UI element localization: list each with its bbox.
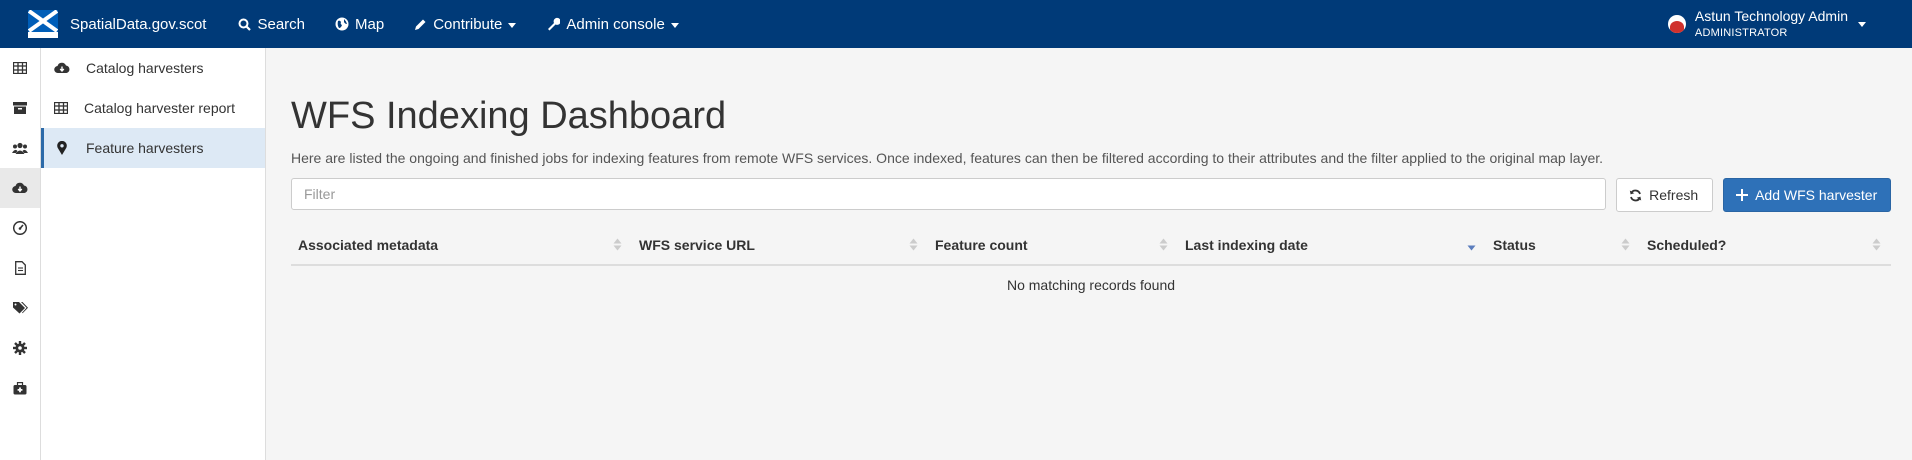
sort-descending-icon [1467, 245, 1476, 251]
cloud-download-icon [12, 182, 28, 194]
refresh-button[interactable]: Refresh [1616, 178, 1714, 212]
main-content: WFS Indexing Dashboard Here are listed t… [291, 48, 1891, 304]
tags-icon [12, 301, 28, 313]
refresh-button-label: Refresh [1649, 187, 1699, 203]
table-icon [54, 102, 68, 114]
column-header-last-indexing-date[interactable]: Last indexing date [1178, 226, 1486, 266]
chevron-down-icon [670, 22, 679, 28]
plus-icon [1736, 189, 1749, 201]
subnav-item-feature-harvesters[interactable]: Feature harvesters [41, 128, 265, 168]
rail-item-harvesting[interactable] [0, 168, 40, 208]
rail-item-dashboard[interactable] [0, 208, 40, 248]
nav-search-label: Search [257, 15, 305, 33]
nav-search[interactable]: Search [238, 0, 305, 48]
subnav-item-label: Catalog harvesters [86, 60, 204, 76]
harvesters-table: Associated metadata WFS service URL Feat… [291, 226, 1891, 304]
user-role: ADMINISTRATOR [1694, 27, 1788, 40]
sort-both-icon [1872, 238, 1881, 251]
page-title: WFS Indexing Dashboard [291, 95, 727, 137]
avatar [1667, 15, 1686, 33]
gear-icon [13, 341, 27, 355]
nav-map-label: Map [355, 15, 385, 33]
user-menu[interactable]: Astun Technology Admin ADMINISTRATOR [1667, 0, 1866, 48]
users-icon [12, 142, 28, 154]
admin-icon-rail [0, 48, 41, 460]
wrench-icon [548, 17, 561, 31]
chevron-down-icon [1858, 21, 1866, 27]
rail-item-tools[interactable] [0, 368, 40, 408]
rail-item-settings[interactable] [0, 328, 40, 368]
column-header-scheduled[interactable]: Scheduled? [1640, 226, 1891, 266]
add-wfs-harvester-button[interactable]: Add WFS harvester [1723, 178, 1891, 212]
nav-contribute-label: Contribute [433, 15, 503, 33]
brand-link[interactable]: SpatialData.gov.scot [0, 0, 206, 48]
top-navbar: SpatialData.gov.scot Search Map Contribu… [0, 0, 1912, 48]
no-records-message: No matching records found [1006, 277, 1176, 293]
subnav-item-catalog-harvesters[interactable]: Catalog harvesters [41, 48, 265, 88]
search-icon [238, 18, 252, 31]
user-name: Astun Technology Admin [1694, 8, 1848, 25]
sort-both-icon [909, 238, 918, 251]
saltire-logo [28, 10, 58, 38]
globe-icon [335, 17, 349, 31]
nav-contribute[interactable]: Contribute [414, 0, 517, 48]
dashboard-icon [13, 221, 27, 235]
rail-item-metadata[interactable] [0, 48, 40, 88]
table-icon [13, 62, 27, 74]
brand-name: SpatialData.gov.scot [70, 15, 207, 33]
rail-item-classification[interactable] [0, 288, 40, 328]
sort-both-icon [613, 238, 622, 251]
pencil-icon [415, 19, 426, 30]
sort-both-icon [1159, 238, 1168, 251]
column-header-wfs-service-url[interactable]: WFS service URL [632, 226, 928, 266]
subnav-item-harvester-report[interactable]: Catalog harvester report [41, 88, 265, 128]
harvesting-subnav: Catalog harvesters Catalog harvester rep… [41, 48, 266, 460]
add-wfs-harvester-label: Add WFS harvester [1755, 187, 1878, 203]
table-header-row: Associated metadata WFS service URL Feat… [291, 226, 1891, 266]
column-header-associated-metadata[interactable]: Associated metadata [291, 226, 632, 266]
table-row-empty: No matching records found [291, 265, 1891, 304]
page-description: Here are listed the ongoing and finished… [291, 150, 1604, 166]
file-icon [14, 261, 26, 275]
cloud-download-icon [54, 62, 70, 74]
rail-item-users[interactable] [0, 128, 40, 168]
nav-admin-console[interactable]: Admin console [546, 0, 679, 48]
chevron-down-icon [508, 22, 517, 28]
column-header-status[interactable]: Status [1486, 226, 1640, 266]
table-toolbar: Refresh Add WFS harvester [291, 178, 1891, 212]
refresh-icon [1629, 189, 1642, 201]
nav-admin-label: Admin console [566, 15, 665, 33]
subnav-item-label: Catalog harvester report [84, 100, 235, 116]
filter-input[interactable] [291, 178, 1607, 210]
rail-item-reports[interactable] [0, 248, 40, 288]
archive-icon [13, 102, 27, 114]
nav-map[interactable]: Map [335, 0, 384, 48]
column-header-feature-count[interactable]: Feature count [928, 226, 1178, 266]
sort-both-icon [1621, 238, 1630, 251]
subnav-item-label: Feature harvesters [86, 140, 204, 156]
map-marker-icon [57, 141, 67, 155]
rail-item-archive[interactable] [0, 88, 40, 128]
medkit-icon [13, 381, 27, 394]
